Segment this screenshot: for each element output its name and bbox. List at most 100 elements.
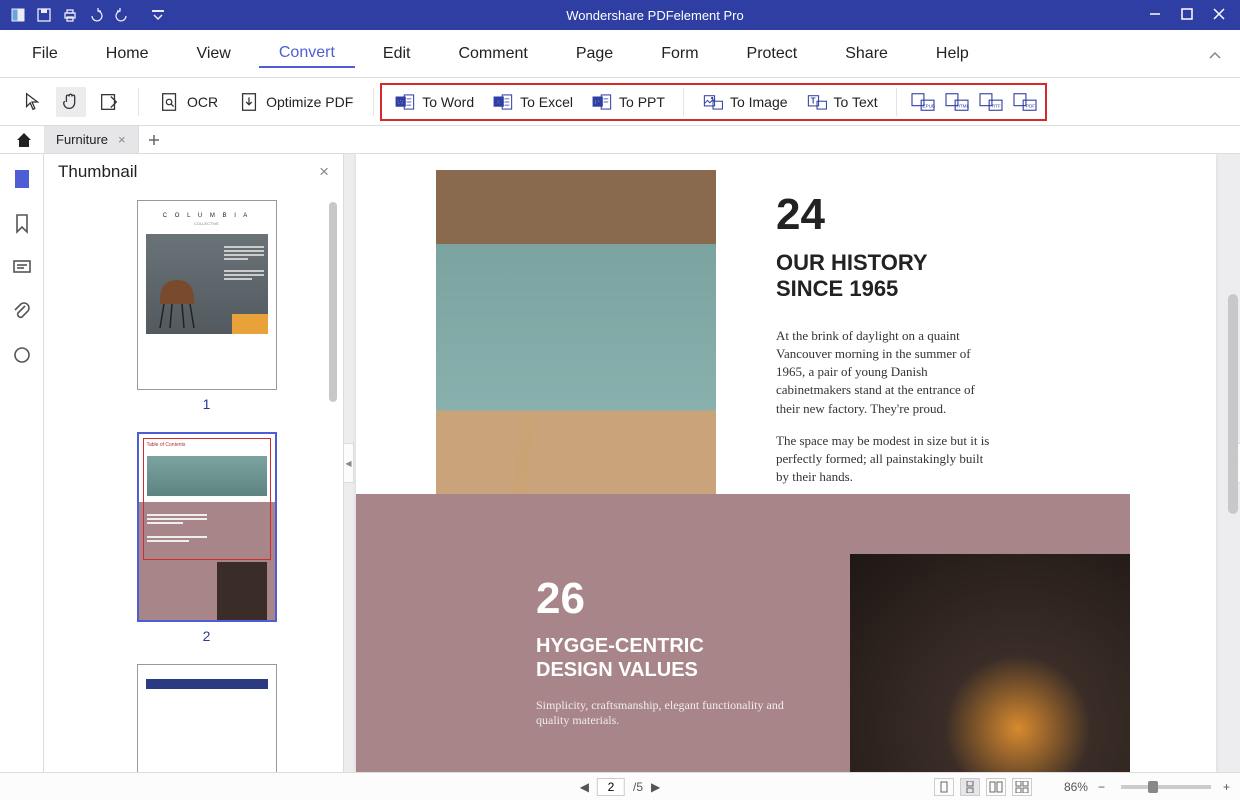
page-navigator: ◀ /5 ▶: [580, 778, 660, 796]
close-button[interactable]: [1212, 7, 1226, 24]
menu-help[interactable]: Help: [916, 41, 989, 67]
hand-tool-icon[interactable]: [56, 87, 86, 117]
zoom-out-icon[interactable]: −: [1098, 780, 1105, 794]
customize-quick-access-icon[interactable]: [150, 7, 166, 23]
undo-icon[interactable]: [88, 7, 104, 23]
zoom-value: 86%: [1064, 780, 1088, 794]
menu-view[interactable]: View: [176, 41, 250, 67]
collapse-ribbon-icon[interactable]: [1208, 48, 1222, 66]
search-panel-icon[interactable]: [11, 344, 33, 366]
redo-icon[interactable]: [114, 7, 130, 23]
left-sidebar: [0, 154, 44, 772]
edit-tool-icon[interactable]: [94, 87, 124, 117]
doc-photo-sofa: [436, 170, 716, 540]
app-title: Wondershare PDFelement Pro: [176, 8, 1134, 23]
to-ppt-button[interactable]: P To PPT: [585, 87, 671, 117]
doc-paragraph: The space may be modest in size but it i…: [776, 432, 996, 487]
doc-headline: OUR HISTORY SINCE 1965: [776, 250, 1156, 303]
title-bar: Wondershare PDFelement Pro: [0, 0, 1240, 30]
tab-close-icon[interactable]: ×: [118, 132, 126, 147]
menu-share[interactable]: Share: [825, 41, 908, 67]
to-html-button[interactable]: HTML: [943, 90, 971, 114]
to-word-label: To Word: [422, 94, 474, 110]
view-two-page-icon[interactable]: [986, 778, 1006, 796]
menu-comment[interactable]: Comment: [438, 41, 547, 67]
to-word-button[interactable]: W To Word: [388, 87, 480, 117]
view-continuous-icon[interactable]: [960, 778, 980, 796]
doc-page-number: 24: [776, 190, 1156, 240]
view-two-continuous-icon[interactable]: [1012, 778, 1032, 796]
view-single-icon[interactable]: [934, 778, 954, 796]
menu-edit[interactable]: Edit: [363, 41, 431, 67]
doc-photo-lamp: [850, 554, 1130, 772]
menu-page[interactable]: Page: [556, 41, 633, 67]
to-excel-button[interactable]: X To Excel: [486, 87, 579, 117]
document-page: 24 OUR HISTORY SINCE 1965 At the brink o…: [356, 154, 1216, 772]
thumbnail-page-1[interactable]: C O L U M B I A COLLECTIVE 1: [94, 200, 319, 412]
svg-text:W: W: [397, 99, 404, 106]
home-tab-icon[interactable]: [4, 126, 44, 153]
ocr-button[interactable]: OCR: [153, 87, 224, 117]
save-icon[interactable]: [36, 7, 52, 23]
document-view[interactable]: ◀ ▶ 24 OUR HISTORY SINCE 1965 At the bri…: [344, 154, 1240, 772]
doc-page-number-2: 26: [536, 574, 796, 624]
minimize-button[interactable]: [1148, 7, 1162, 24]
thumbnail-scrollbar[interactable]: [329, 202, 337, 402]
menu-form[interactable]: Form: [641, 41, 718, 67]
new-tab-button[interactable]: [139, 126, 169, 153]
svg-text:HTML: HTML: [956, 103, 969, 108]
menu-home[interactable]: Home: [86, 41, 169, 67]
to-pdfa-button[interactable]: PDF: [1011, 90, 1039, 114]
app-logo-icon: [10, 7, 26, 23]
next-page-icon[interactable]: ▶: [651, 780, 660, 794]
ocr-label: OCR: [187, 94, 218, 110]
to-rtf-button[interactable]: RTF: [977, 90, 1005, 114]
collapse-left-icon[interactable]: ◀: [344, 443, 354, 483]
window-controls: [1134, 7, 1240, 24]
svg-text:RTF: RTF: [992, 103, 1001, 108]
menu-protect[interactable]: Protect: [727, 41, 818, 67]
optimize-label: Optimize PDF: [266, 94, 353, 110]
zoom-slider[interactable]: [1121, 785, 1211, 789]
thumbnail-page-3[interactable]: [94, 664, 319, 772]
svg-text:P: P: [595, 99, 600, 106]
menu-file[interactable]: File: [12, 41, 78, 67]
svg-text:EPUB: EPUB: [922, 103, 934, 108]
to-epub-button[interactable]: EPUB: [909, 90, 937, 114]
svg-text:PDF: PDF: [1026, 103, 1035, 108]
comments-panel-icon[interactable]: [11, 256, 33, 278]
menu-convert[interactable]: Convert: [259, 40, 355, 68]
tab-label: Furniture: [56, 132, 108, 147]
maximize-button[interactable]: [1180, 7, 1194, 24]
doc-headline-2: HYGGE-CENTRIC DESIGN VALUES: [536, 634, 796, 682]
workspace: Thumbnail × C O L U M B I A COLLECTIVE 1: [0, 154, 1240, 772]
to-image-button[interactable]: To Image: [696, 87, 794, 117]
thumbnail-header: Thumbnail: [58, 162, 137, 182]
zoom-in-icon[interactable]: +: [1223, 780, 1230, 794]
menu-bar: File Home View Convert Edit Comment Page…: [0, 30, 1240, 78]
select-tool-icon[interactable]: [18, 87, 48, 117]
thumbnail-close-icon[interactable]: ×: [319, 162, 329, 182]
thumbnail-page-2[interactable]: Table of Contents 2: [94, 432, 319, 644]
to-ppt-label: To PPT: [619, 94, 665, 110]
document-scrollbar[interactable]: [1228, 294, 1238, 514]
convert-highlight-group: W To Word X To Excel P To PPT To Image T…: [380, 83, 1046, 121]
attachments-panel-icon[interactable]: [11, 300, 33, 322]
quick-launch: [0, 7, 176, 23]
page-input[interactable]: [597, 778, 625, 796]
prev-page-icon[interactable]: ◀: [580, 780, 589, 794]
to-text-button[interactable]: T To Text: [800, 87, 884, 117]
print-icon[interactable]: [62, 7, 78, 23]
doc-paragraph: At the brink of daylight on a quaint Van…: [776, 327, 996, 418]
status-bar: ◀ /5 ▶ 86% − +: [0, 772, 1240, 800]
thumbnails-panel-icon[interactable]: [11, 168, 33, 190]
doc-paragraph-2: Simplicity, craftsmanship, elegant funct…: [536, 698, 796, 728]
bookmarks-panel-icon[interactable]: [11, 212, 33, 234]
svg-text:X: X: [496, 99, 501, 106]
svg-text:T: T: [810, 96, 815, 105]
document-tab[interactable]: Furniture ×: [44, 126, 139, 153]
document-tab-strip: Furniture ×: [0, 126, 1240, 154]
page-total: /5: [633, 780, 643, 794]
thumbnail-panel: Thumbnail × C O L U M B I A COLLECTIVE 1: [44, 154, 344, 772]
optimize-pdf-button[interactable]: Optimize PDF: [232, 87, 359, 117]
